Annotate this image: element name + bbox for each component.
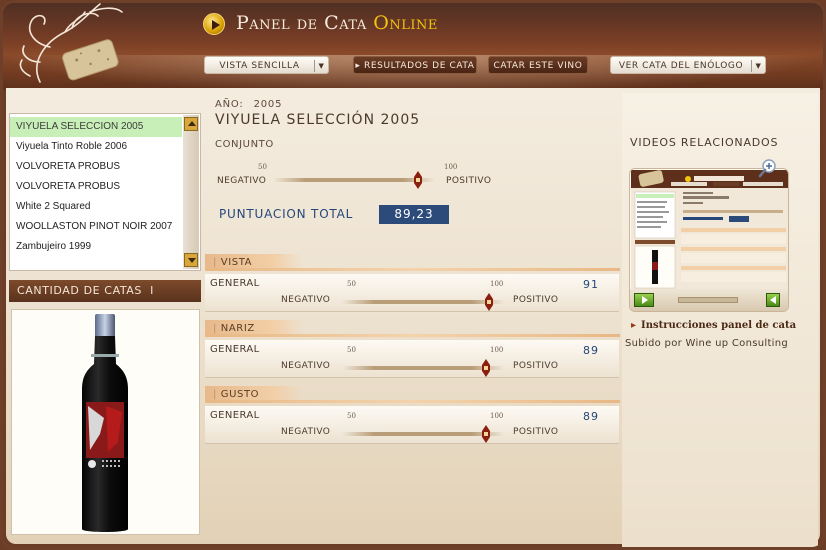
video-player[interactable] bbox=[629, 168, 789, 312]
positivo-label: POSITIVO bbox=[513, 295, 559, 305]
tab-catar-label: CATAR ESTE VINO bbox=[493, 61, 583, 71]
vista-sencilla-dropdown[interactable]: VISTA SENCILLA ▼ bbox=[204, 56, 329, 74]
uploaded-by: Subido por Wine up Consulting bbox=[625, 338, 789, 349]
positivo-label: POSITIVO bbox=[513, 427, 559, 437]
rewind-icon[interactable] bbox=[766, 293, 780, 307]
anio-line: AÑO: 2005 bbox=[215, 99, 282, 110]
gusto-track bbox=[342, 432, 504, 436]
tab-catar-este-vino[interactable]: CATAR ESTE VINO bbox=[488, 56, 588, 74]
wine-bottle-image bbox=[82, 314, 128, 532]
list-item[interactable]: Zambujeiro 1999 bbox=[10, 237, 182, 257]
list-item[interactable]: VOLVORETA PROBUS bbox=[10, 177, 182, 197]
puntuacion-total-value: 89,23 bbox=[379, 205, 449, 224]
positivo-label: POSITIVO bbox=[513, 361, 559, 371]
chevron-down-icon: ▼ bbox=[314, 60, 328, 72]
play-icon[interactable] bbox=[634, 293, 654, 307]
video-thumbnail[interactable] bbox=[631, 170, 788, 290]
conjunto-label: CONJUNTO bbox=[215, 139, 274, 150]
cantidad-catas-bar: CANTIDAD DE CATAS I bbox=[9, 280, 201, 302]
wine-list: VIYUELA SELECCION 2005 Viyuela Tinto Robl… bbox=[9, 113, 201, 271]
section-nariz-line bbox=[205, 334, 620, 337]
list-item[interactable]: WOOLLASTON PINOT NOIR 2007 bbox=[10, 217, 182, 237]
tick-100: 100 bbox=[490, 280, 504, 288]
general-label: GENERAL bbox=[210, 344, 260, 355]
positivo-label: POSITIVO bbox=[446, 176, 492, 186]
negativo-label: NEGATIVO bbox=[281, 361, 331, 371]
scroll-down-icon[interactable] bbox=[184, 253, 198, 267]
list-item[interactable]: VOLVORETA PROBUS bbox=[10, 157, 182, 177]
tab-resultados-label: RESULTADOS DE CATA bbox=[364, 61, 475, 71]
tick-50: 50 bbox=[347, 412, 356, 420]
section-vista-line bbox=[205, 268, 620, 271]
negativo-label: NEGATIVO bbox=[217, 176, 267, 186]
cantidad-catas-label: CANTIDAD DE CATAS bbox=[17, 284, 143, 297]
cantidad-catas-separator: I bbox=[150, 284, 154, 297]
magnifier-plus-icon[interactable] bbox=[758, 158, 778, 178]
wine-list-items: VIYUELA SELECCION 2005 Viyuela Tinto Robl… bbox=[10, 117, 200, 257]
puntuacion-total-label: PUNTUACION TOTAL bbox=[219, 207, 354, 221]
conjunto-slider: 50 100 NEGATIVO POSITIVO bbox=[215, 163, 505, 191]
nariz-knob bbox=[482, 359, 491, 377]
list-scrollbar[interactable] bbox=[183, 115, 199, 269]
score-value: 91 bbox=[583, 278, 599, 291]
vista-track bbox=[342, 300, 504, 304]
app-header: Panel de Cata Online VISTA SENCILLA ▼ ▸ … bbox=[0, 0, 826, 90]
instrucciones-link[interactable]: Instrucciones panel de cata bbox=[631, 320, 796, 331]
score-value: 89 bbox=[583, 410, 599, 423]
vista-knob bbox=[485, 293, 494, 311]
play-circle-icon bbox=[203, 13, 225, 35]
vine-cork-logo bbox=[19, 3, 123, 83]
gusto-knob bbox=[482, 425, 491, 443]
video-controls bbox=[630, 289, 788, 311]
vista-sencilla-label: VISTA SENCILLA bbox=[219, 61, 300, 71]
tick-50: 50 bbox=[258, 163, 267, 171]
scroll-up-icon[interactable] bbox=[184, 117, 198, 131]
general-label: GENERAL bbox=[210, 410, 260, 421]
videos-relacionados-title: VIDEOS RELACIONADOS bbox=[630, 136, 779, 149]
conjunto-track bbox=[273, 178, 435, 182]
tick-50: 50 bbox=[347, 280, 356, 288]
app-title-accent: Online bbox=[373, 12, 438, 34]
general-label: GENERAL bbox=[210, 278, 260, 289]
list-item[interactable]: Viyuela Tinto Roble 2006 bbox=[10, 137, 182, 157]
tick-100: 100 bbox=[490, 346, 504, 354]
nariz-track bbox=[342, 366, 504, 370]
list-item[interactable]: White 2 Squared bbox=[10, 197, 182, 217]
wine-bottle-image-box bbox=[11, 309, 200, 535]
tab-resultados-de-cata[interactable]: ▸ RESULTADOS DE CATA bbox=[353, 56, 477, 74]
anio-value: 2005 bbox=[253, 99, 283, 110]
score-value: 89 bbox=[583, 344, 599, 357]
tick-100: 100 bbox=[490, 412, 504, 420]
ver-cata-enologo-label: VER CATA DEL ENÓLOGO bbox=[618, 61, 744, 71]
section-vista-row: GENERAL 50 100 91 NEGATIVO POSITIVO bbox=[205, 274, 619, 312]
ver-cata-enologo-dropdown[interactable]: VER CATA DEL ENÓLOGO ▼ bbox=[610, 56, 766, 74]
negativo-label: NEGATIVO bbox=[281, 295, 331, 305]
negativo-label: NEGATIVO bbox=[281, 427, 331, 437]
wine-title: VIYUELA SELECCIÓN 2005 bbox=[215, 112, 421, 128]
section-gusto-line bbox=[205, 400, 620, 403]
app-title: Panel de Cata Online bbox=[236, 12, 438, 34]
anio-label: AÑO: bbox=[215, 99, 244, 110]
app-title-main: Panel de Cata bbox=[236, 12, 367, 34]
conjunto-knob bbox=[413, 171, 422, 189]
list-item[interactable]: VIYUELA SELECCION 2005 bbox=[10, 117, 182, 137]
chevron-down-icon: ▼ bbox=[751, 60, 765, 72]
section-gusto-row: GENERAL 50 100 89 NEGATIVO POSITIVO bbox=[205, 406, 619, 444]
top-nav: VISTA SENCILLA ▼ ▸ RESULTADOS DE CATA CA… bbox=[200, 56, 770, 76]
video-progress-bar[interactable] bbox=[678, 297, 738, 303]
tick-100: 100 bbox=[444, 163, 458, 171]
tick-50: 50 bbox=[347, 346, 356, 354]
caret-right-icon: ▸ bbox=[355, 61, 361, 71]
section-nariz-row: GENERAL 50 100 89 NEGATIVO POSITIVO bbox=[205, 340, 619, 378]
